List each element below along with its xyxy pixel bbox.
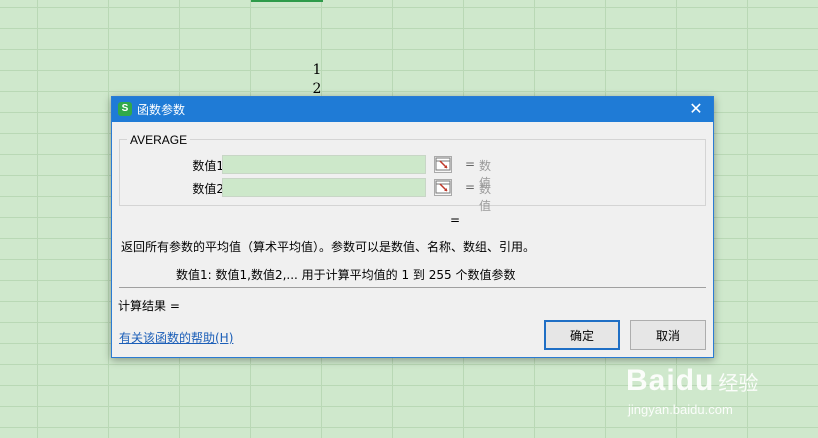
- cell-value-2[interactable]: 2: [306, 81, 328, 97]
- parameter-description: 数值1: 数值1,数值2,... 用于计算平均值的 1 到 255 个数值参数: [176, 268, 516, 282]
- function-description: 返回所有参数的平均值（算术平均值）。参数可以是数值、名称、数组、引用。: [121, 240, 536, 254]
- close-button[interactable]: ✕: [685, 98, 707, 120]
- column-selection-indicator: [251, 0, 323, 2]
- function-name-label: AVERAGE: [127, 133, 191, 147]
- watermark-url: jingyan.baidu.com: [628, 402, 733, 417]
- argument-hint-2: 数值: [479, 182, 492, 213]
- argument-label-1: 数值1: [192, 159, 224, 173]
- argument-input-2[interactable]: [222, 178, 426, 197]
- dialog-divider: [119, 287, 706, 288]
- range-select-icon: [435, 157, 451, 171]
- range-select-button-2[interactable]: [434, 179, 452, 196]
- spreadsheet-app-icon: S: [118, 102, 132, 116]
- baidu-jingyan-watermark: Baidu 经验 jingyan.baidu.com: [626, 364, 759, 417]
- argument-eq-1: =: [465, 157, 476, 171]
- argument-eq-2: =: [465, 180, 476, 194]
- range-select-button-1[interactable]: [434, 156, 452, 173]
- function-arguments-dialog: S 函数参数 ✕ 数值1 = 数值 数值2 = 数值 AVERAGE = 返回所…: [111, 96, 714, 358]
- ok-button[interactable]: 确定: [544, 320, 620, 350]
- function-help-link[interactable]: 有关该函数的帮助(H): [119, 329, 233, 346]
- arguments-group: 数值1 = 数值 数值2 = 数值: [119, 139, 706, 213]
- function-result-eq: =: [450, 213, 461, 227]
- watermark-logo: Bai: [626, 364, 676, 397]
- watermark-paw-icon: du: [675, 364, 715, 397]
- dialog-titlebar[interactable]: S 函数参数 ✕: [112, 97, 713, 122]
- range-select-icon: [435, 180, 451, 194]
- calculation-result-label: 计算结果 =: [118, 299, 180, 313]
- argument-input-1[interactable]: [222, 155, 426, 174]
- dialog-title: 函数参数: [137, 103, 186, 117]
- watermark-cn-text: 经验: [718, 371, 759, 395]
- cell-value-1[interactable]: 1: [306, 62, 328, 78]
- cancel-button[interactable]: 取消: [630, 320, 706, 350]
- argument-label-2: 数值2: [192, 182, 224, 196]
